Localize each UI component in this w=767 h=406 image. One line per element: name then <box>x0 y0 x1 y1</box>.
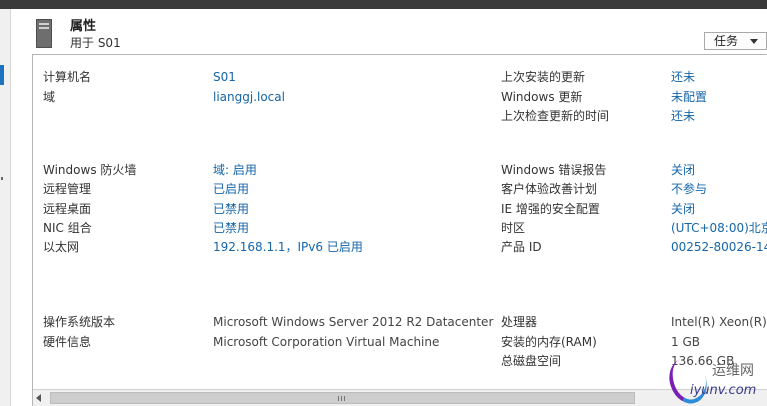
server-icon <box>36 19 52 48</box>
error-reporting-label: Windows 错误报告 <box>501 163 607 177</box>
ceip-link[interactable]: 不参与 <box>671 181 707 197</box>
nic-teaming-link[interactable]: 已禁用 <box>213 220 249 236</box>
time-zone-link[interactable]: (UTC+08:00)北京 <box>671 220 767 236</box>
domain-link[interactable]: lianggj.local <box>213 89 285 105</box>
computer-name-label: 计算机名 <box>43 70 92 84</box>
windows-update-link[interactable]: 未配置 <box>671 89 707 105</box>
ethernet-link[interactable]: 192.168.1.1，IPv6 已启用 <box>213 239 363 255</box>
page-title: 属性 <box>70 19 97 34</box>
remote-desktop-link[interactable]: 已禁用 <box>213 201 249 217</box>
last-installed-updates-link[interactable]: 还未 <box>671 69 695 85</box>
chevron-down-icon <box>750 39 758 44</box>
last-checked-updates-link[interactable]: 还未 <box>671 108 695 124</box>
grip-icon <box>338 396 345 401</box>
installed-ram-value: 1 GB <box>671 335 700 349</box>
last-checked-updates-label: 上次检查更新的时间 <box>501 109 610 123</box>
product-id-link[interactable]: 00252-80026-14 <box>671 239 767 255</box>
properties-panel: 计算机名 S01 域 lianggj.local Windows 防火墙 域: … <box>32 54 767 406</box>
nav-marker <box>1 177 3 180</box>
os-version-value: Microsoft Windows Server 2012 R2 Datacen… <box>213 315 494 329</box>
ethernet-label: 以太网 <box>43 240 80 254</box>
properties-header: 属性 用于 S01 任务 <box>12 9 767 54</box>
ie-esc-link[interactable]: 关闭 <box>671 201 695 217</box>
processor-value: Intel(R) Xeon(R) <box>671 315 767 329</box>
firewall-label: Windows 防火墙 <box>43 163 137 177</box>
top-bar <box>0 0 767 9</box>
processor-label: 处理器 <box>501 315 538 329</box>
watermark-text-secondary: iyunv.com <box>690 383 757 398</box>
installed-ram-label: 安装的内存(RAM) <box>501 335 597 349</box>
nic-teaming-label: NIC 组合 <box>43 221 92 235</box>
watermark-logo: 运维网 iyunv.com <box>663 353 767 406</box>
tasks-dropdown[interactable]: 任务 <box>704 32 767 50</box>
windows-update-label: Windows 更新 <box>501 90 583 104</box>
domain-label: 域 <box>43 90 56 104</box>
swirl-icon <box>663 353 713 406</box>
left-nav-strip[interactable] <box>0 9 11 406</box>
time-zone-label: 时区 <box>501 221 526 235</box>
total-disk-space-label: 总磁盘空间 <box>501 354 562 368</box>
remote-management-link[interactable]: 已启用 <box>213 181 249 197</box>
page-subtitle: 用于 S01 <box>70 36 121 50</box>
scroll-left-arrow-icon[interactable] <box>36 394 41 402</box>
ceip-label: 客户体验改善计划 <box>501 182 598 196</box>
ie-esc-label: IE 增强的安全配置 <box>501 202 600 216</box>
os-version-label: 操作系统版本 <box>43 315 116 329</box>
tasks-label: 任务 <box>714 34 739 48</box>
firewall-link[interactable]: 域: 启用 <box>213 162 257 178</box>
scrollbar-thumb[interactable] <box>50 392 635 404</box>
last-installed-updates-label: 上次安装的更新 <box>501 70 586 84</box>
computer-name-link[interactable]: S01 <box>213 69 236 85</box>
remote-desktop-label: 远程桌面 <box>43 202 92 216</box>
watermark-text-primary: 运维网 <box>712 363 754 379</box>
horizontal-scrollbar[interactable] <box>33 389 767 406</box>
error-reporting-link[interactable]: 关闭 <box>671 162 695 178</box>
product-id-label: 产品 ID <box>501 240 542 254</box>
remote-management-label: 远程管理 <box>43 182 92 196</box>
nav-selection-indicator <box>0 65 4 85</box>
hardware-info-label: 硬件信息 <box>43 335 92 349</box>
hardware-info-value: Microsoft Corporation Virtual Machine <box>213 335 440 349</box>
